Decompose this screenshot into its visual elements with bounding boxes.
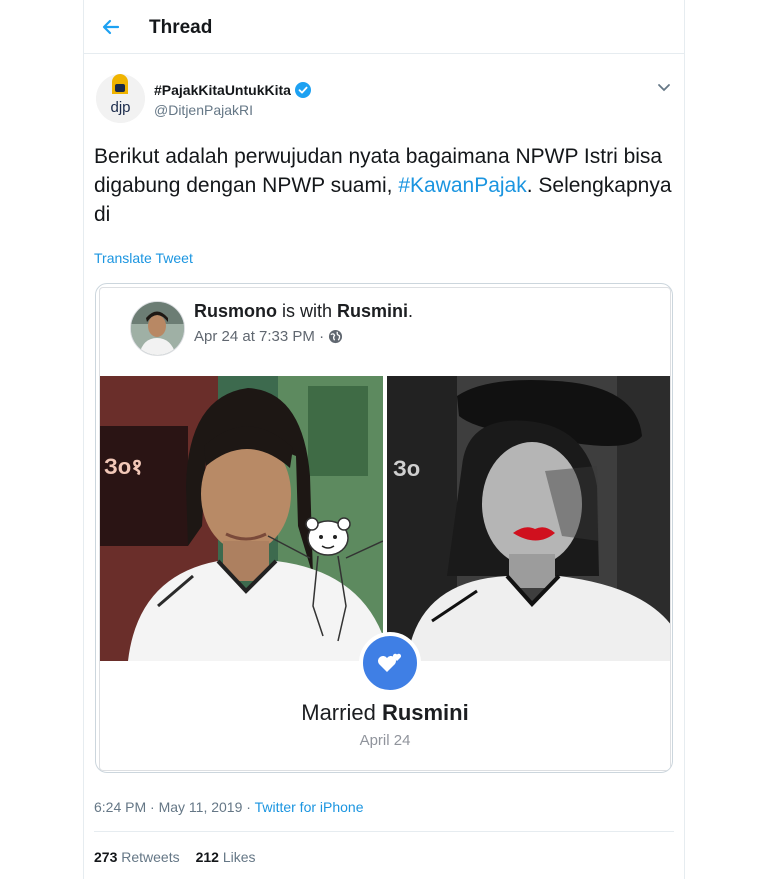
author-name-row[interactable]: #PajakKitaUntukKita xyxy=(154,82,311,98)
fb-post-header: Rusmono is with Rusmini. xyxy=(194,301,413,322)
tweet-timestamp[interactable]: 6:24 PM · May 11, 2019 · xyxy=(94,799,255,815)
retweets-count: 273 xyxy=(94,849,118,865)
retweets-stat[interactable]: 273 Retweets xyxy=(94,849,180,865)
translate-tweet-link[interactable]: Translate Tweet xyxy=(94,250,193,266)
life-event-title: Married Rusmini xyxy=(100,700,670,726)
fb-period: . xyxy=(408,301,414,321)
likes-stat[interactable]: 212 Likes xyxy=(196,849,256,865)
life-event-badge xyxy=(359,632,421,694)
likes-count: 212 xyxy=(195,849,219,865)
tweet-source-link[interactable]: Twitter for iPhone xyxy=(255,799,364,815)
fb-time-text: Apr 24 at 7:33 PM xyxy=(194,328,315,345)
attached-photo[interactable]: Rusmono is with Rusmini. Apr 24 at 7:33 … xyxy=(95,283,673,773)
hashtag-link[interactable]: #KawanPajak xyxy=(398,174,526,197)
fb-post-time: Apr 24 at 7:33 PM · xyxy=(194,328,343,345)
fb-photo-strip: Зо१ Зo xyxy=(100,376,670,661)
author-display-name[interactable]: #PajakKitaUntukKita xyxy=(154,82,291,98)
globe-icon xyxy=(329,329,343,344)
life-event-date: April 24 xyxy=(359,732,411,749)
tweet-meta: 6:24 PM · May 11, 2019 · Twitter for iPh… xyxy=(94,799,364,815)
life-event-prefix: Married xyxy=(301,700,382,725)
tweet-stats: 273 Retweets 212 Likes xyxy=(94,849,256,865)
likes-label: Likes xyxy=(222,849,256,865)
author-handle[interactable]: @DitjenPajakRI xyxy=(154,102,253,118)
verified-badge-icon xyxy=(294,82,311,98)
bride-photo: Зo xyxy=(387,376,670,661)
page-title: Thread xyxy=(149,17,213,38)
back-button[interactable] xyxy=(96,12,126,42)
fb-separator: · xyxy=(314,328,329,345)
fb-poster-name: Rusmono xyxy=(194,301,277,321)
chevron-down-icon xyxy=(658,84,670,92)
facebook-post-screenshot: Rusmono is with Rusmini. Apr 24 at 7:33 … xyxy=(99,287,671,771)
svg-text:Зo: Зo xyxy=(393,456,420,481)
retweets-label: Retweets xyxy=(121,849,180,865)
tweet-menu-button[interactable] xyxy=(654,80,674,96)
fb-avatar xyxy=(130,301,185,356)
author-avatar[interactable]: djp xyxy=(96,74,145,123)
arrow-left-icon xyxy=(102,19,120,35)
thread-column: Thread djp #PajakKitaUntukKita @DitjenPa… xyxy=(83,0,685,879)
djp-logo-icon: djp xyxy=(96,74,145,123)
tweet-text: Berikut adalah perwujudan nyata bagaiman… xyxy=(94,142,674,229)
groom-photo: Зо१ xyxy=(100,376,383,661)
fb-with-text: is with xyxy=(277,301,338,321)
fb-partner-name: Rusmini xyxy=(337,301,409,321)
thread-header: Thread xyxy=(84,0,684,54)
divider xyxy=(94,831,674,832)
life-event-name: Rusmini xyxy=(381,700,469,725)
hearts-icon xyxy=(378,653,402,672)
svg-text:Зо१: Зо१ xyxy=(104,454,143,479)
svg-text:djp: djp xyxy=(110,99,130,116)
